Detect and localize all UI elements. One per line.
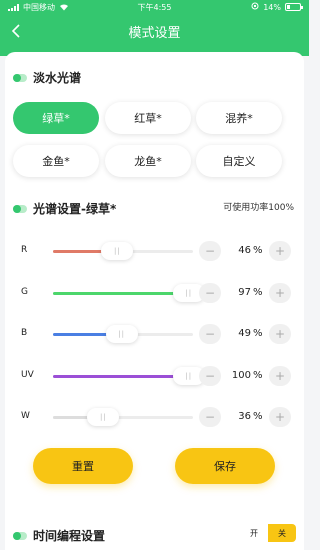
channel-value: 49 <box>238 328 251 339</box>
channel-slider[interactable]: || <box>53 284 205 302</box>
channel-row: R || − 46% + <box>5 240 304 262</box>
channel-row: B || − 49% + <box>5 323 304 345</box>
reset-button[interactable]: 重置 <box>33 448 133 484</box>
schedule-section-title: 时间编程设置 <box>33 529 106 543</box>
schedule-off-option[interactable]: 关 <box>268 524 296 542</box>
channel-unit: % <box>253 287 263 298</box>
increase-button[interactable]: + <box>269 407 291 427</box>
channel-value: 36 <box>238 411 251 422</box>
mode-button-red-grass[interactable]: 红草* <box>105 102 191 134</box>
decrease-button[interactable]: − <box>199 407 221 427</box>
channel-value: 97 <box>238 287 251 298</box>
decrease-button[interactable]: − <box>199 283 221 303</box>
slider-thumb[interactable]: || <box>87 408 120 426</box>
section-indicator-icon <box>13 531 27 540</box>
save-button[interactable]: 保存 <box>175 448 275 484</box>
channel-unit: % <box>253 328 263 339</box>
channel-label: R <box>21 245 28 255</box>
channel-slider[interactable]: || <box>53 242 193 260</box>
modes-section-title: 淡水光谱 <box>33 71 82 85</box>
channel-row: W || − 36% + <box>5 406 304 428</box>
channel-slider[interactable]: || <box>53 367 205 385</box>
increase-button[interactable]: + <box>269 324 291 344</box>
page-title: 模式设置 <box>128 26 181 41</box>
header: 中国移动 下午4:55 14% 模式设置 <box>0 0 309 56</box>
slider-thumb[interactable]: || <box>101 242 134 260</box>
mode-button-goldfish[interactable]: 金鱼* <box>13 145 99 177</box>
channel-slider[interactable]: || <box>53 408 193 426</box>
channel-label: B <box>21 328 28 338</box>
grip-icon: || <box>118 330 125 338</box>
decrease-button[interactable]: − <box>199 324 221 344</box>
channel-label: UV <box>21 370 34 380</box>
section-indicator-icon <box>13 73 27 82</box>
slider-fill <box>53 292 189 295</box>
schedule-toggle: 开 关 <box>240 524 296 542</box>
section-indicator-icon <box>13 204 27 213</box>
decrease-button[interactable]: − <box>199 241 221 261</box>
battery-percent: 14% <box>263 2 281 12</box>
channel-row: UV || −100% + <box>5 365 304 387</box>
channel-row: G || − 97% + <box>5 282 304 304</box>
orientation-lock-icon <box>251 2 259 12</box>
mode-button-mixed[interactable]: 混养* <box>196 102 282 134</box>
channel-unit: % <box>253 370 263 381</box>
channel-label: W <box>21 411 30 421</box>
mode-button-green-grass[interactable]: 绿草* <box>13 102 99 134</box>
mode-button-custom[interactable]: 自定义 <box>196 145 282 177</box>
increase-button[interactable]: + <box>269 241 291 261</box>
channel-unit: % <box>253 245 263 256</box>
battery-icon <box>285 3 303 11</box>
spectrum-section-header: 光谱设置-绿草* <box>13 200 116 217</box>
status-bar: 中国移动 下午4:55 14% <box>0 0 309 14</box>
modes-section-header: 淡水光谱 <box>13 69 81 86</box>
slider-thumb[interactable]: || <box>105 325 138 343</box>
mode-button-arowana[interactable]: 龙鱼* <box>105 145 191 177</box>
channel-unit: % <box>253 411 263 422</box>
available-power-note: 可使用功率100% <box>223 203 294 213</box>
grip-icon: || <box>100 413 107 421</box>
channel-label: G <box>21 287 28 297</box>
grip-icon: || <box>185 372 193 380</box>
decrease-button[interactable]: − <box>199 366 221 386</box>
schedule-section-header: 时间编程设置 <box>13 527 105 544</box>
grip-icon: || <box>114 247 121 255</box>
grip-icon: || <box>185 289 193 297</box>
spectrum-section-title: 光谱设置-绿草* <box>33 202 117 216</box>
channel-value: 100 <box>231 370 251 381</box>
channel-value: 46 <box>238 245 251 256</box>
schedule-on-option[interactable]: 开 <box>240 524 268 542</box>
increase-button[interactable]: + <box>269 366 291 386</box>
content-card: 淡水光谱 绿草* 红草* 混养* 金鱼* 龙鱼* 自定义 光谱设置-绿草* 可使… <box>5 52 304 550</box>
channel-slider[interactable]: || <box>53 325 193 343</box>
increase-button[interactable]: + <box>269 283 291 303</box>
